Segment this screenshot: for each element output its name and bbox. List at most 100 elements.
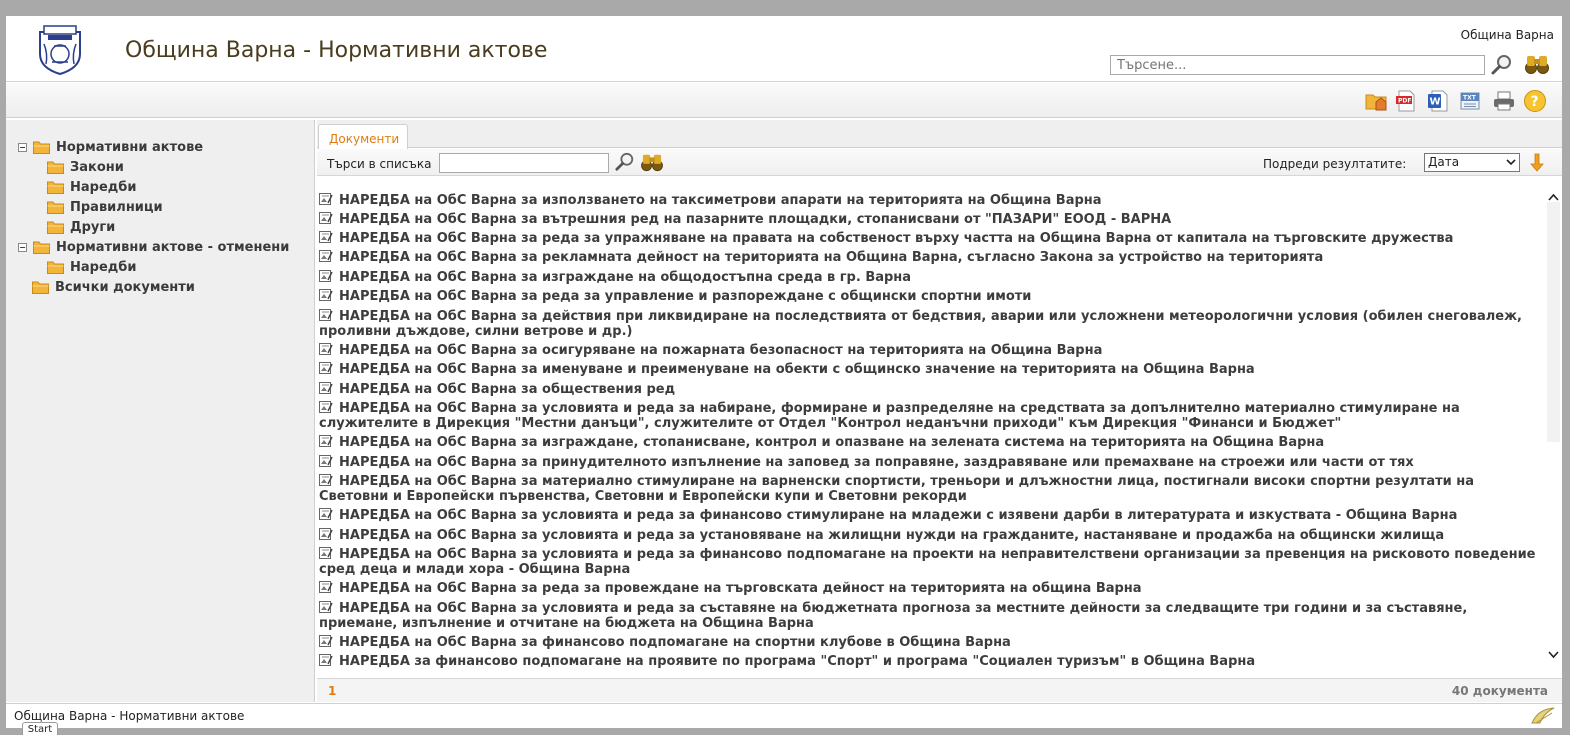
document-title-link[interactable]: НАРЕДБА на ОбС Варна за условията и реда… xyxy=(319,401,1460,431)
list-item[interactable]: НАРЕДБА на ОбС Варна за реда за упражняв… xyxy=(319,231,1543,246)
sort-select[interactable]: Дата xyxy=(1424,153,1520,172)
org-name-link[interactable]: Община Варна xyxy=(1461,28,1554,42)
scroll-down-chevron-icon[interactable] xyxy=(1548,651,1559,659)
list-item[interactable]: НАРЕДБА на ОбС Варна за обществения ред xyxy=(319,382,1543,397)
document-title-link[interactable]: НАРЕДБА на ОбС Варна за използването на … xyxy=(339,193,1102,208)
documents-panel: Документи Търси в списъка Подреди резулт… xyxy=(317,120,1562,702)
document-icon xyxy=(319,231,333,243)
list-item[interactable]: НАРЕДБА на ОбС Варна за реда за управлен… xyxy=(319,289,1543,304)
sort-selected-value: Дата xyxy=(1428,155,1460,169)
list-item[interactable]: НАРЕДБА на ОбС Варна за използването на … xyxy=(319,193,1543,208)
tree-item-normative-acts-repealed[interactable]: − Нормативни актове - отменени xyxy=(18,238,289,256)
document-icon xyxy=(319,474,333,486)
document-title-link[interactable]: НАРЕДБА на ОбС Варна за принудителното и… xyxy=(339,455,1414,470)
document-icon xyxy=(319,270,333,282)
document-title-link[interactable]: НАРЕДБА за финансово подпомагане на проя… xyxy=(339,654,1255,669)
svg-text:?: ? xyxy=(1531,94,1539,110)
document-title-link[interactable]: НАРЕДБА на ОбС Варна за финансово подпом… xyxy=(339,635,1011,650)
document-title-link[interactable]: НАРЕДБА на ОбС Варна за материално стиму… xyxy=(319,474,1474,504)
document-icon xyxy=(319,455,333,467)
document-title-link[interactable]: НАРЕДБА на ОбС Варна за обществения ред xyxy=(339,382,675,397)
toolbar: PDF W TXT ? xyxy=(6,83,1562,118)
tree-item-laws[interactable]: Закони xyxy=(47,158,124,176)
document-title-link[interactable]: НАРЕДБА на ОбС Варна за изграждане на об… xyxy=(339,270,911,285)
tree-item-all-documents[interactable]: Всички документи xyxy=(32,278,195,296)
advanced-search-binoculars-icon[interactable] xyxy=(640,152,664,172)
txt-export-icon[interactable]: TXT xyxy=(1458,89,1482,113)
list-item[interactable]: НАРЕДБА на ОбС Варна за осигуряване на п… xyxy=(319,343,1543,358)
document-title-link[interactable]: НАРЕДБА на ОбС Варна за условията и реда… xyxy=(319,601,1467,631)
collapse-toggle-icon[interactable]: − xyxy=(18,142,27,152)
list-item[interactable]: НАРЕДБА на ОбС Варна за финансово подпом… xyxy=(319,635,1543,650)
tree-item-label: Закони xyxy=(70,159,124,175)
list-item[interactable]: НАРЕДБА на ОбС Варна за материално стиму… xyxy=(319,474,1543,504)
chevron-down-icon xyxy=(1506,159,1516,166)
document-icon xyxy=(319,401,333,413)
list-item[interactable]: НАРЕДБА на ОбС Варна за реда за провежда… xyxy=(319,581,1543,596)
list-item[interactable]: НАРЕДБА на ОбС Варна за условията и реда… xyxy=(319,401,1543,431)
tree-item-regulations[interactable]: Правилници xyxy=(47,198,163,216)
document-icon xyxy=(319,382,333,394)
document-title-link[interactable]: НАРЕДБА на ОбС Варна за условията и реда… xyxy=(339,508,1457,523)
document-list-scrollbar[interactable] xyxy=(1545,180,1562,675)
list-item[interactable]: НАРЕДБА на ОбС Варна за именуване и преи… xyxy=(319,362,1543,377)
status-text: Община Варна - Нормативни актове xyxy=(14,709,245,723)
document-icon xyxy=(319,635,333,647)
page-number-link[interactable]: 1 xyxy=(328,684,336,698)
list-item[interactable]: НАРЕДБА на ОбС Варна за изграждане, стоп… xyxy=(319,435,1543,450)
tree-item-ordinances[interactable]: Наредби xyxy=(47,178,136,196)
start-button[interactable]: Start xyxy=(22,722,58,735)
tree-item-other[interactable]: Други xyxy=(47,218,115,236)
document-title-link[interactable]: НАРЕДБА на ОбС Варна за условията и реда… xyxy=(319,547,1536,577)
document-title-link[interactable]: НАРЕДБА на ОбС Варна за именуване и преи… xyxy=(339,362,1255,377)
list-item[interactable]: НАРЕДБА на ОбС Варна за вътрешния ред на… xyxy=(319,212,1543,227)
pagination-bar: 1 40 документа xyxy=(317,678,1562,702)
document-title-link[interactable]: НАРЕДБА на ОбС Варна за рекламната дейно… xyxy=(339,250,1323,265)
pdf-export-icon[interactable]: PDF xyxy=(1394,89,1418,113)
list-search-label: Търси в списъка xyxy=(327,157,432,171)
list-item[interactable]: НАРЕДБА за финансово подпомагане на проя… xyxy=(319,654,1543,669)
folder-home-icon[interactable] xyxy=(1364,89,1388,113)
document-title-link[interactable]: НАРЕДБА на ОбС Варна за изграждане, стоп… xyxy=(339,435,1324,450)
search-icon[interactable] xyxy=(1491,54,1513,76)
list-item[interactable]: НАРЕДБА на ОбС Варна за рекламната дейно… xyxy=(319,250,1543,265)
list-item[interactable]: НАРЕДБА на ОбС Варна за условията и реда… xyxy=(319,547,1543,577)
collapse-toggle-icon[interactable]: − xyxy=(18,242,27,252)
list-item[interactable]: НАРЕДБА на ОбС Варна за условията и реда… xyxy=(319,508,1543,523)
tree-item-label: Наредби xyxy=(70,179,137,195)
print-icon[interactable] xyxy=(1492,89,1516,113)
sort-label: Подреди резултатите: xyxy=(1263,157,1407,171)
search-input[interactable] xyxy=(1110,55,1485,75)
document-title-link[interactable]: НАРЕДБА на ОбС Варна за реда за упражняв… xyxy=(339,231,1453,246)
search-icon[interactable] xyxy=(615,152,635,172)
tree-item-label: Правилници xyxy=(70,199,163,215)
sort-direction-arrow-icon[interactable] xyxy=(1530,153,1544,172)
svg-text:PDF: PDF xyxy=(1398,98,1411,105)
document-title-link[interactable]: НАРЕДБА на ОбС Варна за осигуряване на п… xyxy=(339,343,1102,358)
app-window: Община Варна - Нормативни актове Община … xyxy=(6,16,1562,728)
list-item[interactable]: НАРЕДБА на ОбС Варна за условията и реда… xyxy=(319,528,1543,543)
help-icon[interactable]: ? xyxy=(1523,89,1547,113)
tree-item-label: Всички документи xyxy=(55,279,195,295)
document-title-link[interactable]: НАРЕДБА на ОбС Варна за реда за управлен… xyxy=(339,289,1031,304)
list-item[interactable]: НАРЕДБА на ОбС Варна за изграждане на об… xyxy=(319,270,1543,285)
tree-item-label: Наредби xyxy=(70,259,137,275)
list-item[interactable]: НАРЕДБА на ОбС Варна за принудителното и… xyxy=(319,455,1543,470)
list-item[interactable]: НАРЕДБА на ОбС Варна за действия при лик… xyxy=(319,309,1543,339)
folder-icon xyxy=(47,221,64,234)
tree-item-repealed-ordinances[interactable]: Наредби xyxy=(47,258,136,276)
tab-documents[interactable]: Документи xyxy=(318,124,408,149)
scrollbar-thumb[interactable] xyxy=(1547,202,1560,442)
advanced-search-binoculars-icon[interactable] xyxy=(1524,53,1550,75)
document-icon xyxy=(319,343,333,355)
document-title-link[interactable]: НАРЕДБА на ОбС Варна за вътрешния ред на… xyxy=(339,212,1171,227)
document-title-link[interactable]: НАРЕДБА на ОбС Варна за реда за провежда… xyxy=(339,581,1142,596)
list-search-input[interactable] xyxy=(439,153,609,173)
folder-icon xyxy=(32,281,49,294)
tree-item-normative-acts[interactable]: − Нормативни актове xyxy=(18,138,203,156)
document-title-link[interactable]: НАРЕДБА на ОбС Варна за условията и реда… xyxy=(339,528,1444,543)
document-title-link[interactable]: НАРЕДБА на ОбС Варна за действия при лик… xyxy=(319,309,1522,339)
scroll-up-chevron-icon[interactable] xyxy=(1548,193,1559,201)
list-item[interactable]: НАРЕДБА на ОбС Варна за условията и реда… xyxy=(319,601,1543,631)
word-export-icon[interactable]: W xyxy=(1426,89,1450,113)
